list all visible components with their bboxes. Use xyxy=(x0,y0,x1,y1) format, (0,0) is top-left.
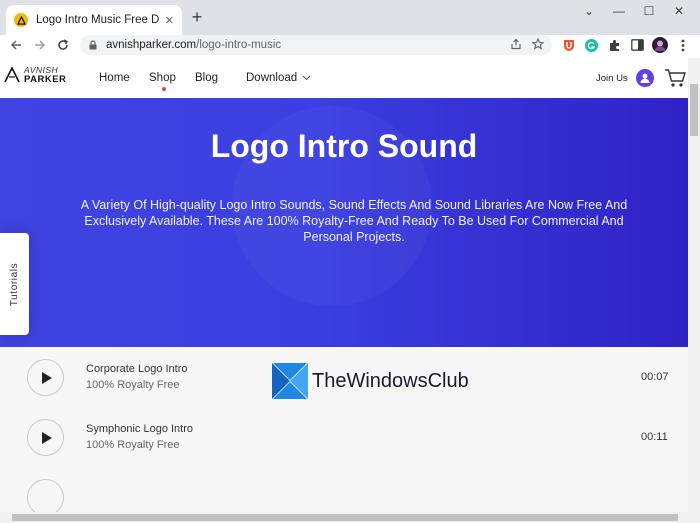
nav-download-label: Download xyxy=(246,72,298,84)
page-title: Logo Intro Sound xyxy=(210,128,478,164)
vertical-scrollbar[interactable] xyxy=(688,58,700,512)
profile-avatar-icon[interactable] xyxy=(651,35,669,55)
track-duration: 00:07 xyxy=(641,371,669,383)
site-header: AVNISH PARKER Home Shop Blog Download Jo… xyxy=(0,58,688,98)
site-logo[interactable]: AVNISH PARKER xyxy=(4,66,66,84)
horizontal-scroll-thumb[interactable] xyxy=(12,514,678,521)
track-duration: 00:11 xyxy=(641,431,668,443)
play-button[interactable] xyxy=(27,419,64,456)
grammarly-extension-icon[interactable] xyxy=(582,35,600,55)
forward-arrow-icon xyxy=(35,40,46,50)
forward-button[interactable] xyxy=(30,35,50,55)
browser-toolbar: avnishparker.com/logo-intro-music xyxy=(0,35,700,58)
browser-menu-icon[interactable] xyxy=(674,35,692,55)
url-host: avnishparker.com xyxy=(106,39,197,51)
minimize-button[interactable]: — xyxy=(604,0,634,22)
nav-shop[interactable]: Shop xyxy=(149,72,176,91)
nav-shop-label: Shop xyxy=(149,72,176,84)
play-icon xyxy=(41,431,52,444)
shop-active-dot xyxy=(162,87,166,91)
track-name: Symphonic Logo Intro xyxy=(86,423,194,435)
logo-text: AVNISH PARKER xyxy=(24,66,67,85)
back-arrow-icon xyxy=(10,40,21,50)
share-icon[interactable] xyxy=(510,38,522,50)
list-item: Symphonic Logo Intro 100% Royalty Free 0… xyxy=(0,407,688,467)
chevron-down-icon xyxy=(302,75,311,81)
back-button[interactable] xyxy=(6,35,26,55)
track-name: Corporate Logo Intro xyxy=(86,363,188,375)
reload-icon xyxy=(58,39,68,50)
track-license: 100% Royalty Free xyxy=(86,379,180,391)
tab-search-chevron-icon[interactable]: ⌄ xyxy=(574,0,604,22)
watermark-text: TheWindowsClub xyxy=(312,369,469,392)
track-license: 100% Royalty Free xyxy=(86,439,180,451)
reload-button[interactable] xyxy=(53,35,73,55)
avnish-parker-logo-icon xyxy=(4,67,20,83)
tab-title: Logo Intro Music Free Download xyxy=(36,14,159,26)
web-page: AVNISH PARKER Home Shop Blog Download Jo… xyxy=(0,58,688,512)
tutorials-label: Tutorials xyxy=(9,262,20,306)
thewindowsclub-logo-icon xyxy=(272,363,308,399)
watermark: TheWindowsClub xyxy=(272,363,469,399)
browser-window: Logo Intro Music Free Download ✕ + ⌄ — ☐… xyxy=(0,0,700,523)
tutorials-side-tab[interactable]: Tutorials xyxy=(0,233,29,335)
url-path: /logo-intro-music xyxy=(196,39,282,51)
browser-tab[interactable]: Logo Intro Music Free Download ✕ xyxy=(6,5,182,35)
tab-strip: Logo Intro Music Free Download ✕ + ⌄ — ☐… xyxy=(0,0,700,35)
close-window-button[interactable]: ✕ xyxy=(664,0,694,22)
nav-download[interactable]: Download xyxy=(246,72,311,84)
site-favicon-icon xyxy=(14,13,28,27)
vertical-scroll-thumb[interactable] xyxy=(690,84,698,136)
play-button[interactable] xyxy=(27,359,64,396)
url-text: avnishparker.com/logo-intro-music xyxy=(106,39,281,51)
hero-banner: Logo Intro Sound A Variety Of High-quali… xyxy=(0,98,688,347)
maximize-button[interactable]: ☐ xyxy=(634,0,664,22)
bookmark-star-icon[interactable] xyxy=(532,38,544,50)
join-us-link[interactable]: Join Us xyxy=(596,73,628,84)
play-button[interactable] xyxy=(27,479,64,512)
nav-blog[interactable]: Blog xyxy=(195,72,218,84)
list-item xyxy=(0,467,688,512)
ublock-extension-icon[interactable] xyxy=(560,35,578,55)
tab-close-icon[interactable]: ✕ xyxy=(165,14,174,27)
address-bar[interactable]: avnishparker.com/logo-intro-music xyxy=(80,35,552,55)
sidebar-panel-icon[interactable] xyxy=(628,35,646,55)
new-tab-button[interactable]: + xyxy=(188,8,206,27)
shopping-cart-icon[interactable] xyxy=(664,68,686,88)
play-icon xyxy=(41,371,52,384)
lock-icon xyxy=(89,40,97,50)
hero-description: A Variety Of High-quality Logo Intro Sou… xyxy=(80,198,628,244)
horizontal-scrollbar[interactable] xyxy=(0,512,700,523)
nav-home[interactable]: Home xyxy=(99,72,130,84)
extensions-puzzle-icon[interactable] xyxy=(605,35,623,55)
user-account-icon[interactable] xyxy=(636,69,654,87)
logo-line-2: PARKER xyxy=(24,74,67,85)
